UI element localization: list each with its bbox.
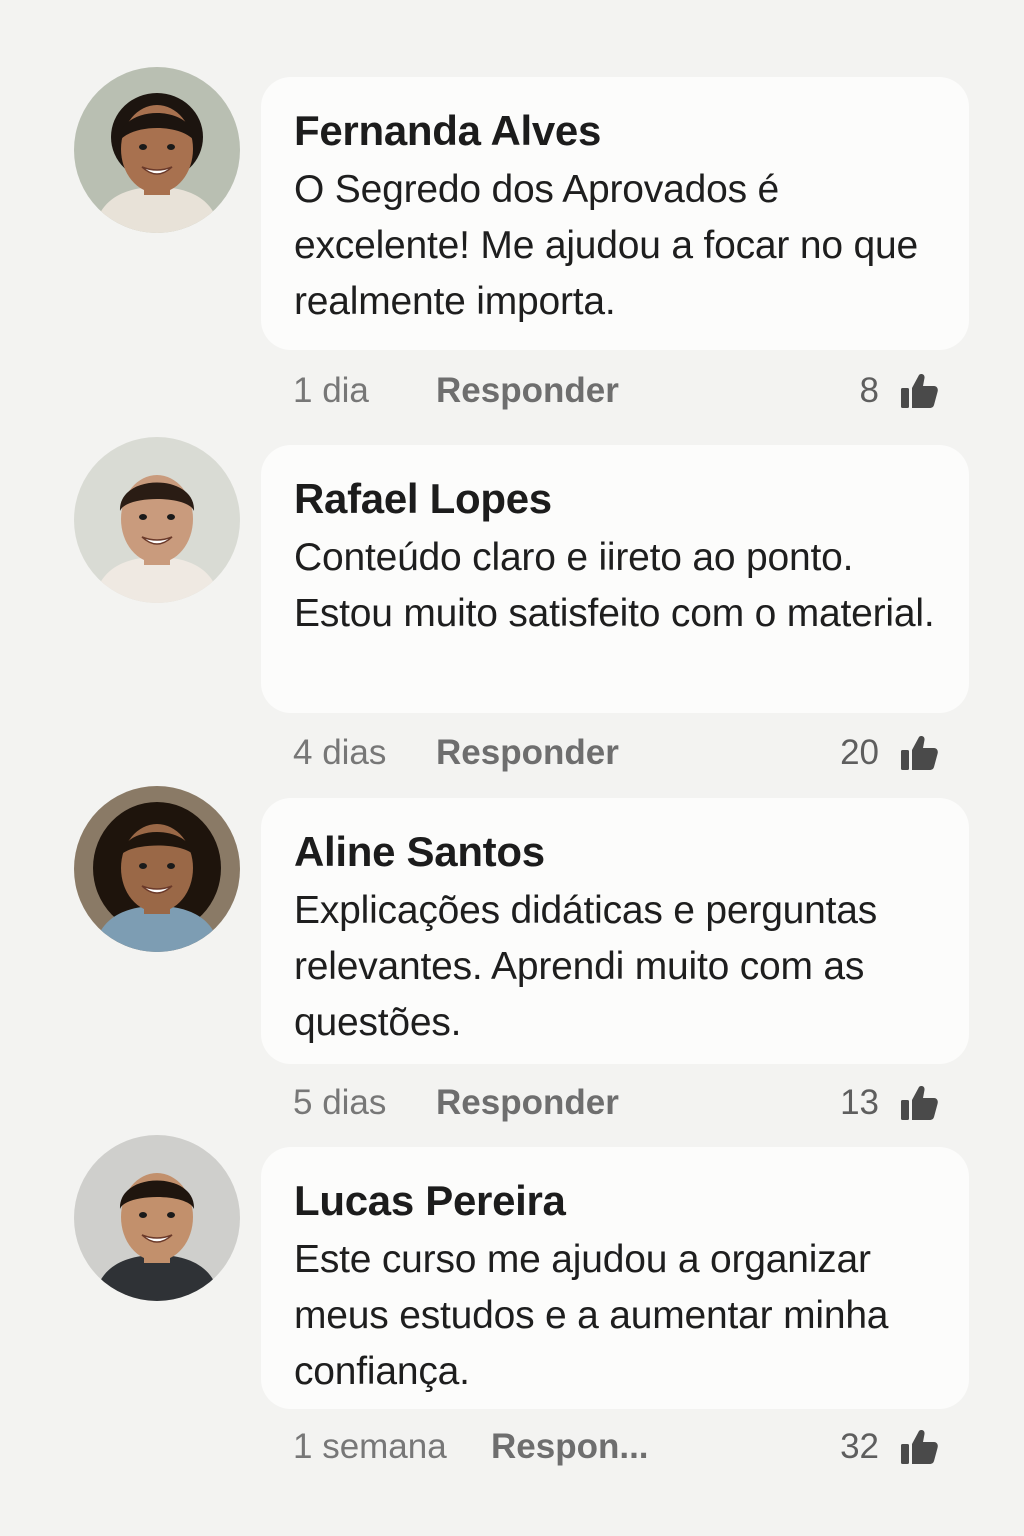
reply-button[interactable]: Responder [436,733,619,773]
comment-text: Este curso me ajudou a organizar meus es… [294,1237,889,1393]
thumbs-up-icon[interactable] [899,371,939,411]
like-count: 20 [840,733,879,772]
comment-author[interactable]: Aline Santos [294,826,939,879]
comment-meta: 1 semana Respon... 32 [293,1423,939,1471]
thumbs-up-icon[interactable] [899,1083,939,1123]
comment-time: 1 semana [293,1427,447,1466]
comment-bubble: Lucas Pereira Este curso me ajudou a org… [261,1147,969,1409]
reply-button[interactable]: Respon... [491,1427,649,1467]
comment-time: 4 dias [293,733,387,772]
like-count: 32 [840,1427,879,1466]
avatar[interactable] [74,786,240,952]
comment-time: 5 dias [293,1083,387,1122]
comment-time: 1 dia [293,371,369,410]
comment-author[interactable]: Rafael Lopes [294,473,939,526]
comment-meta: 4 dias Responder 20 [293,729,939,777]
like-count: 8 [859,371,879,410]
thumbs-up-icon[interactable] [899,1427,939,1467]
avatar[interactable] [74,67,240,233]
like-group: 32 [840,1427,939,1467]
like-group: 8 [860,371,939,411]
comment-text: Explicações didáticas e perguntas releva… [294,888,878,1044]
comment-text: Conteúdo claro e iireto ao ponto. Estou … [294,535,935,635]
reply-button[interactable]: Responder [436,1083,619,1123]
comment-bubble: Rafael Lopes Conteúdo claro e iireto ao … [261,445,969,713]
avatar[interactable] [74,1135,240,1301]
comments-page: Fernanda Alves O Segredo dos Aprovados é… [0,0,1024,1536]
reply-button[interactable]: Responder [436,371,619,411]
comment-meta: 5 dias Responder 13 [293,1079,939,1127]
avatar[interactable] [74,437,240,603]
comment-text: O Segredo dos Aprovados é excelente! Me … [294,167,918,323]
comment-meta: 1 dia Responder 8 [293,367,939,415]
comment-bubble: Aline Santos Explicações didáticas e per… [261,798,969,1064]
thumbs-up-icon[interactable] [899,733,939,773]
like-group: 13 [840,1083,939,1123]
comment-bubble: Fernanda Alves O Segredo dos Aprovados é… [261,77,969,350]
comment-author[interactable]: Fernanda Alves [294,105,939,158]
like-group: 20 [840,733,939,773]
like-count: 13 [840,1083,879,1122]
comment-author[interactable]: Lucas Pereira [294,1175,939,1228]
